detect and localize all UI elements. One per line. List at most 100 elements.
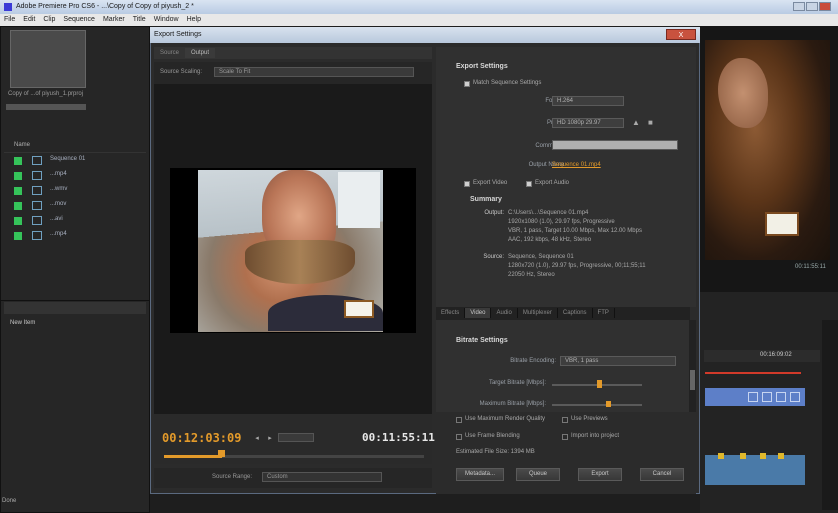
target-bitrate-knob[interactable] bbox=[597, 380, 602, 388]
summary-source-line: 1280x720 (1.0), 29.97 fps, Progressive, … bbox=[508, 263, 646, 269]
close-icon[interactable] bbox=[819, 2, 831, 11]
label-color bbox=[14, 157, 22, 165]
match-sequence-label: Match Sequence Settings bbox=[473, 80, 542, 86]
tab-audio[interactable]: Audio bbox=[491, 308, 518, 318]
bitrate-settings-header[interactable]: Bitrate Settings bbox=[456, 337, 508, 344]
max-bitrate-slider[interactable] bbox=[552, 404, 642, 406]
export-audio-label: Export Audio bbox=[535, 180, 570, 186]
source-scaling-dropdown[interactable]: Scale To Fit bbox=[214, 67, 414, 77]
label-color bbox=[14, 217, 22, 225]
dialog-title: Export Settings bbox=[154, 31, 202, 38]
tab-source[interactable]: Source bbox=[154, 48, 185, 58]
set-in-point-icon[interactable]: ◂ bbox=[252, 434, 262, 443]
menu-clip[interactable]: Clip bbox=[39, 14, 59, 25]
bitrate-encoding-dropdown[interactable]: VBR, 1 pass bbox=[560, 356, 676, 366]
project-thumbnail bbox=[10, 30, 86, 88]
list-item[interactable]: ...mp4 bbox=[4, 228, 146, 243]
match-sequence-checkbox[interactable] bbox=[464, 81, 470, 87]
menu-sequence[interactable]: Sequence bbox=[59, 14, 99, 25]
export-settings-header[interactable]: Export Settings bbox=[456, 63, 508, 70]
summary-header[interactable]: Summary bbox=[470, 196, 502, 203]
item-label: ...avi bbox=[50, 216, 63, 222]
dialog-title-bar[interactable]: Export Settings X bbox=[150, 27, 700, 43]
settings-scrollbar[interactable] bbox=[689, 320, 696, 412]
timeline-audio-clip[interactable] bbox=[705, 455, 805, 485]
tab-multiplexer[interactable]: Multiplexer bbox=[518, 308, 558, 318]
source-range-dropdown[interactable]: Custom bbox=[262, 472, 382, 482]
summary-output-line: 1920x1080 (1.0), 29.97 fps, Progressive bbox=[508, 219, 615, 225]
target-bitrate-label: Target Bitrate [Mbps]: bbox=[488, 380, 546, 386]
tab-video[interactable]: Video bbox=[465, 308, 492, 318]
list-item[interactable]: ...wmv bbox=[4, 183, 146, 198]
item-label: ...mov bbox=[50, 201, 67, 207]
import-into-project-label: Import into project bbox=[571, 433, 620, 439]
keyframe-marker[interactable] bbox=[778, 453, 784, 459]
menu-edit[interactable]: Edit bbox=[19, 14, 39, 25]
metadata-button[interactable]: Metadata... bbox=[456, 468, 504, 481]
list-item[interactable]: ...mp4 bbox=[4, 168, 146, 183]
name-column-header[interactable]: Name bbox=[4, 142, 146, 153]
list-item[interactable]: ...mov bbox=[4, 198, 146, 213]
preset-dropdown[interactable]: HD 1080p 29.97 bbox=[552, 118, 624, 128]
label-color bbox=[14, 187, 22, 195]
keyframe-marker[interactable] bbox=[760, 453, 766, 459]
max-bitrate-knob[interactable] bbox=[606, 401, 611, 407]
effects-item[interactable]: New Item bbox=[10, 320, 35, 326]
export-audio-checkbox[interactable] bbox=[526, 181, 532, 187]
menu-window[interactable]: Window bbox=[150, 14, 183, 25]
watermark-logo bbox=[765, 212, 799, 236]
window-controls bbox=[792, 2, 832, 12]
cancel-button[interactable]: Cancel bbox=[640, 468, 684, 481]
label-color bbox=[14, 232, 22, 240]
item-label: ...wmv bbox=[50, 186, 68, 192]
potter-shirt bbox=[338, 172, 380, 228]
queue-button[interactable]: Queue bbox=[516, 468, 560, 481]
maximize-icon[interactable] bbox=[806, 2, 818, 11]
tab-ftp[interactable]: FTP bbox=[593, 308, 615, 318]
label-color bbox=[14, 172, 22, 180]
project-list: Name Sequence 01 ...mp4 ...wmv ...mov ..… bbox=[4, 142, 146, 243]
zoom-dropdown[interactable] bbox=[278, 433, 314, 442]
set-out-point-icon[interactable]: ▸ bbox=[265, 434, 275, 443]
max-render-quality-checkbox[interactable] bbox=[456, 417, 462, 423]
menu-file[interactable]: File bbox=[0, 14, 19, 25]
source-scaling-row: Source Scaling: Scale To Fit bbox=[154, 62, 432, 84]
clip-icon bbox=[32, 186, 42, 195]
scrub-playhead[interactable] bbox=[218, 450, 225, 457]
menu-title[interactable]: Title bbox=[129, 14, 150, 25]
label-color bbox=[14, 202, 22, 210]
current-timecode[interactable]: 00:12:03:09 bbox=[162, 431, 241, 445]
tab-output[interactable]: Output bbox=[185, 48, 216, 58]
project-progress bbox=[6, 104, 86, 110]
export-video-checkbox[interactable] bbox=[464, 181, 470, 187]
use-previews-checkbox[interactable] bbox=[562, 417, 568, 423]
frame-blending-checkbox[interactable] bbox=[456, 434, 462, 440]
comments-input[interactable] bbox=[552, 140, 678, 150]
tab-effects[interactable]: Effects bbox=[436, 308, 466, 318]
video-settings-pane bbox=[436, 320, 690, 412]
export-button[interactable]: Export bbox=[578, 468, 622, 481]
watermark-logo bbox=[344, 300, 374, 318]
project-clip-name: Copy of ...of piyush_1.prproj bbox=[8, 91, 84, 97]
timeline-scrollbar[interactable] bbox=[822, 320, 838, 510]
list-item[interactable]: ...avi bbox=[4, 213, 146, 228]
menu-help[interactable]: Help bbox=[183, 14, 205, 25]
save-preset-icon[interactable]: ▲ bbox=[632, 118, 642, 128]
keyframe-marker[interactable] bbox=[718, 453, 724, 459]
effects-tabs[interactable] bbox=[4, 302, 146, 314]
timeline-playhead-line bbox=[705, 372, 801, 374]
dialog-close-button[interactable]: X bbox=[666, 29, 696, 40]
list-item[interactable]: Sequence 01 bbox=[4, 153, 146, 168]
import-preset-icon[interactable]: ■ bbox=[648, 118, 658, 128]
tab-captions[interactable]: Captions bbox=[558, 308, 593, 318]
transition-icon bbox=[790, 392, 800, 402]
minimize-icon[interactable] bbox=[793, 2, 805, 11]
output-name-link[interactable]: Sequence 01.mp4 bbox=[552, 162, 601, 168]
format-dropdown[interactable]: H.264 bbox=[552, 96, 624, 106]
import-into-project-checkbox[interactable] bbox=[562, 434, 568, 440]
transition-icon bbox=[762, 392, 772, 402]
menu-marker[interactable]: Marker bbox=[99, 14, 129, 25]
settings-scrollbar-thumb[interactable] bbox=[690, 370, 695, 390]
app-title: Adobe Premiere Pro CS6 - ...\Copy of Cop… bbox=[16, 3, 194, 10]
keyframe-marker[interactable] bbox=[740, 453, 746, 459]
